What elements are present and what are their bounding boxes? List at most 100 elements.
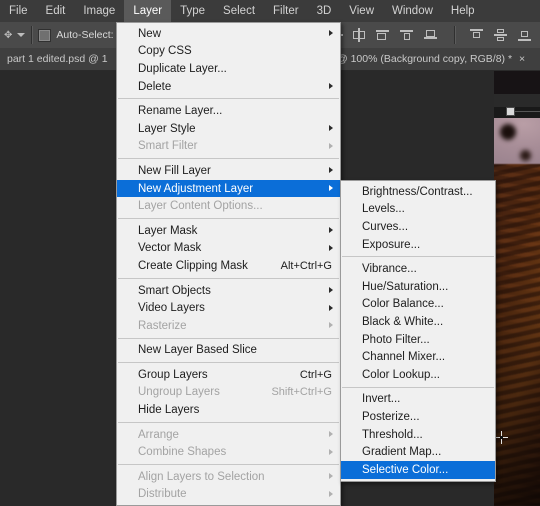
distribute-top-icon[interactable]: [470, 28, 485, 42]
menu-item-layer-content-options: Layer Content Options...: [117, 197, 340, 215]
menu-item-label: Video Layers: [138, 302, 205, 315]
menu-item-label: Ungroup Layers: [138, 386, 220, 399]
menu-item-label: Color Lookup...: [362, 368, 440, 381]
submenu-arrow-icon: [329, 431, 333, 438]
menu-item-align-layers-to-selection: Align Layers to Selection: [117, 468, 340, 486]
menu-item-hue-saturation[interactable]: Hue/Saturation...: [341, 278, 495, 296]
menu-item-photo-filter[interactable]: Photo Filter...: [341, 331, 495, 349]
menu-item-duplicate-layer[interactable]: Duplicate Layer...: [117, 60, 340, 78]
menu-item-black-white[interactable]: Black & White...: [341, 313, 495, 331]
toolbar-divider-1: [31, 26, 33, 44]
menu-item-hide-layers[interactable]: Hide Layers: [117, 401, 340, 419]
document-tab-2[interactable]: @ 100% (Background copy, RGB/8) * ×: [330, 48, 540, 70]
submenu-arrow-icon: [329, 490, 333, 497]
submenu-arrow-icon: [329, 125, 333, 132]
menu-item-color-balance[interactable]: Color Balance...: [341, 296, 495, 314]
photoshop-window: File Edit Image Layer Type Select Filter 3D View…: [0, 0, 540, 506]
menubar-item-help[interactable]: Help: [442, 0, 484, 22]
menubar-item-layer[interactable]: Layer: [124, 0, 172, 22]
menubar-item-file[interactable]: File: [0, 0, 37, 22]
menu-separator: [342, 386, 494, 388]
menu-item-label: Smart Filter: [138, 140, 198, 153]
menu-item-exposure[interactable]: Exposure...: [341, 236, 495, 254]
menu-item-levels[interactable]: Levels...: [341, 201, 495, 219]
auto-select-label: Auto-Select:: [56, 29, 114, 41]
menu-item-label: Distribute: [138, 488, 187, 501]
menu-item-shortcut: Ctrl+G: [299, 368, 332, 381]
menu-item-label: Rasterize: [138, 319, 187, 332]
menu-item-smart-filter: Smart Filter: [117, 138, 340, 156]
menubar-item-window[interactable]: Window: [383, 0, 442, 22]
menu-separator: [118, 337, 339, 339]
menu-item-rename-layer[interactable]: Rename Layer...: [117, 102, 340, 120]
submenu-arrow-icon: [329, 304, 333, 311]
menu-item-vector-mask[interactable]: Vector Mask: [117, 240, 340, 258]
auto-select-checkbox[interactable]: [38, 28, 52, 42]
submenu-arrow-icon: [329, 185, 333, 192]
menu-item-new[interactable]: New: [117, 25, 340, 43]
menu-item-layer-mask[interactable]: Layer Mask: [117, 222, 340, 240]
crosshair-cursor-icon: [495, 431, 508, 444]
menu-item-threshold[interactable]: Threshold...: [341, 426, 495, 444]
menubar-item-type[interactable]: Type: [171, 0, 214, 22]
menu-item-vibrance[interactable]: Vibrance...: [341, 260, 495, 278]
menu-item-label: Gradient Map...: [362, 446, 442, 459]
photo-detail-eye: [500, 124, 516, 140]
tool-preset-group[interactable]: ✥: [0, 30, 26, 41]
menu-item-delete[interactable]: Delete: [117, 78, 340, 96]
move-tool-icon[interactable]: ✥: [4, 30, 12, 41]
menu-item-label: Group Layers: [138, 368, 208, 381]
menu-item-layer-style[interactable]: Layer Style: [117, 120, 340, 138]
submenu-arrow-icon: [329, 167, 333, 174]
menu-item-channel-mixer[interactable]: Channel Mixer...: [341, 348, 495, 366]
menu-item-group-layers[interactable]: Group Layers Ctrl+G: [117, 366, 340, 384]
menu-item-label: Exposure...: [362, 238, 421, 251]
align-vertical-centers-icon[interactable]: [424, 28, 439, 42]
align-icon-group: [328, 26, 533, 44]
menu-item-label: Align Layers to Selection: [138, 470, 265, 483]
menubar-item-3d[interactable]: 3D: [308, 0, 341, 22]
align-horizontal-centers-icon[interactable]: [352, 28, 367, 42]
menu-item-video-layers[interactable]: Video Layers: [117, 299, 340, 317]
menu-item-label: New Adjustment Layer: [138, 182, 254, 195]
photo-top-chrome-light: [494, 94, 540, 107]
distribute-center-icon[interactable]: [494, 28, 509, 42]
layer-dropdown-menu[interactable]: New Copy CSS Duplicate Layer... Delete Renam…: [116, 22, 341, 506]
transform-handle-icon[interactable]: [506, 107, 515, 116]
menubar-item-image[interactable]: Image: [74, 0, 124, 22]
menu-item-label: New: [138, 27, 162, 40]
menu-item-smart-objects[interactable]: Smart Objects: [117, 282, 340, 300]
new-adjustment-layer-submenu[interactable]: Brightness/Contrast... Levels... Curves...…: [340, 180, 496, 482]
menu-item-posterize[interactable]: Posterize...: [341, 408, 495, 426]
menu-separator: [118, 421, 339, 423]
menu-item-curves[interactable]: Curves...: [341, 218, 495, 236]
menu-item-label: Brightness/Contrast...: [362, 185, 473, 198]
chevron-down-icon[interactable]: [17, 33, 26, 37]
menu-item-label: Curves...: [362, 220, 409, 233]
menubar-item-select[interactable]: Select: [214, 0, 264, 22]
menu-item-label: Selective Color...: [362, 463, 449, 476]
menu-item-new-adjustment-layer[interactable]: New Adjustment Layer: [117, 179, 340, 198]
menu-item-copy-css[interactable]: Copy CSS: [117, 43, 340, 61]
menu-separator: [118, 464, 339, 466]
close-icon[interactable]: ×: [519, 53, 525, 65]
menu-item-create-clipping-mask[interactable]: Create Clipping Mask Alt+Ctrl+G: [117, 257, 340, 275]
menu-item-selective-color[interactable]: Selective Color...: [341, 460, 495, 479]
menu-item-new-layer-based-slice[interactable]: New Layer Based Slice: [117, 342, 340, 360]
align-top-edges-icon[interactable]: [400, 28, 415, 42]
menu-item-label: Duplicate Layer...: [138, 62, 227, 75]
menubar-item-view[interactable]: View: [340, 0, 383, 22]
menu-item-new-fill-layer[interactable]: New Fill Layer: [117, 162, 340, 180]
menu-item-label: Layer Mask: [138, 224, 198, 237]
menu-item-invert[interactable]: Invert...: [341, 391, 495, 409]
menu-item-brightness-contrast[interactable]: Brightness/Contrast...: [341, 183, 495, 201]
menubar-item-edit[interactable]: Edit: [37, 0, 75, 22]
menu-item-label: Hide Layers: [138, 404, 200, 417]
menu-item-label: Invert...: [362, 393, 401, 406]
menu-item-color-lookup[interactable]: Color Lookup...: [341, 366, 495, 384]
align-right-edges-icon[interactable]: [376, 28, 391, 42]
menu-item-ungroup-layers: Ungroup Layers Shift+Ctrl+G: [117, 384, 340, 402]
menu-item-gradient-map[interactable]: Gradient Map...: [341, 443, 495, 461]
menubar-item-filter[interactable]: Filter: [264, 0, 308, 22]
distribute-bottom-icon[interactable]: [518, 28, 533, 42]
